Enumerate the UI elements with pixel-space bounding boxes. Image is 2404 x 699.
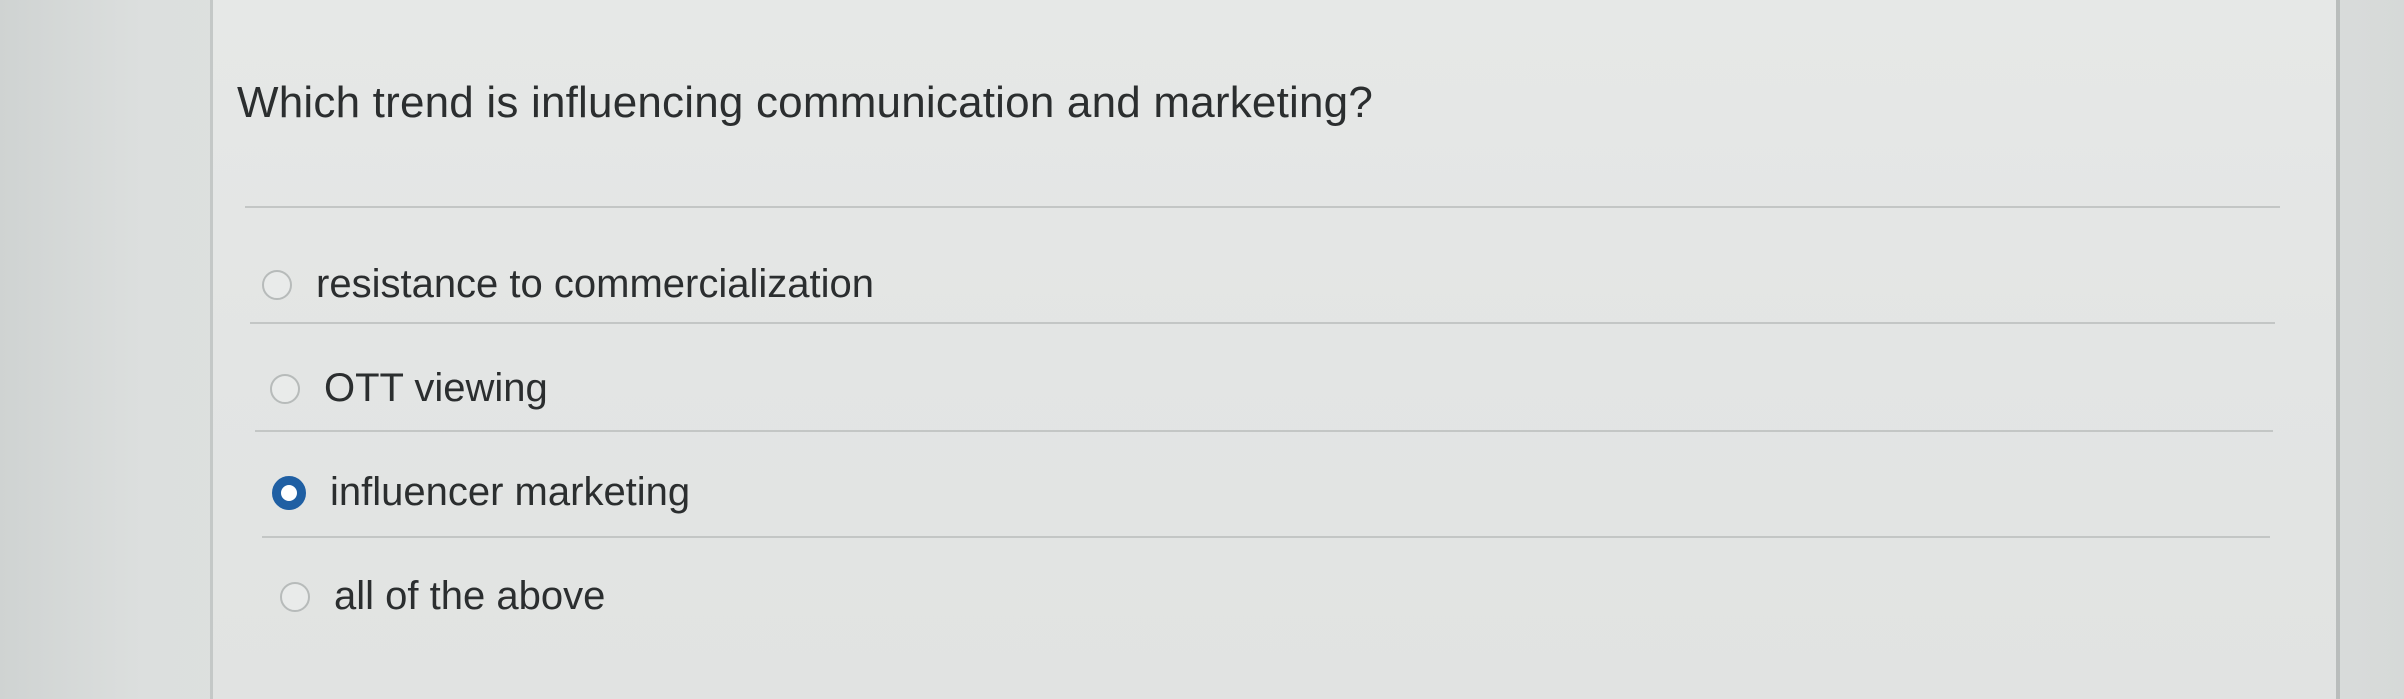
radio-button-selected[interactable] xyxy=(272,475,306,510)
option-all-of-the-above[interactable]: all of the above xyxy=(280,574,605,619)
option-resistance-to-commercialization[interactable]: resistance to commercialization xyxy=(262,262,874,307)
option-divider xyxy=(255,430,2273,432)
radio-button[interactable] xyxy=(270,373,300,404)
option-divider xyxy=(250,322,2275,324)
question-divider xyxy=(245,206,2280,208)
option-label: resistance to commercialization xyxy=(316,262,874,306)
option-label: influencer marketing xyxy=(330,470,691,514)
question-text: Which trend is influencing communication… xyxy=(237,78,1374,127)
option-ott-viewing[interactable]: OTT viewing xyxy=(270,366,548,411)
option-influencer-marketing[interactable]: influencer marketing xyxy=(272,470,690,515)
option-label: all of the above xyxy=(334,574,606,618)
radio-button[interactable] xyxy=(262,269,292,300)
option-divider xyxy=(262,536,2270,538)
radio-button[interactable] xyxy=(280,581,310,612)
option-label: OTT viewing xyxy=(324,366,548,410)
